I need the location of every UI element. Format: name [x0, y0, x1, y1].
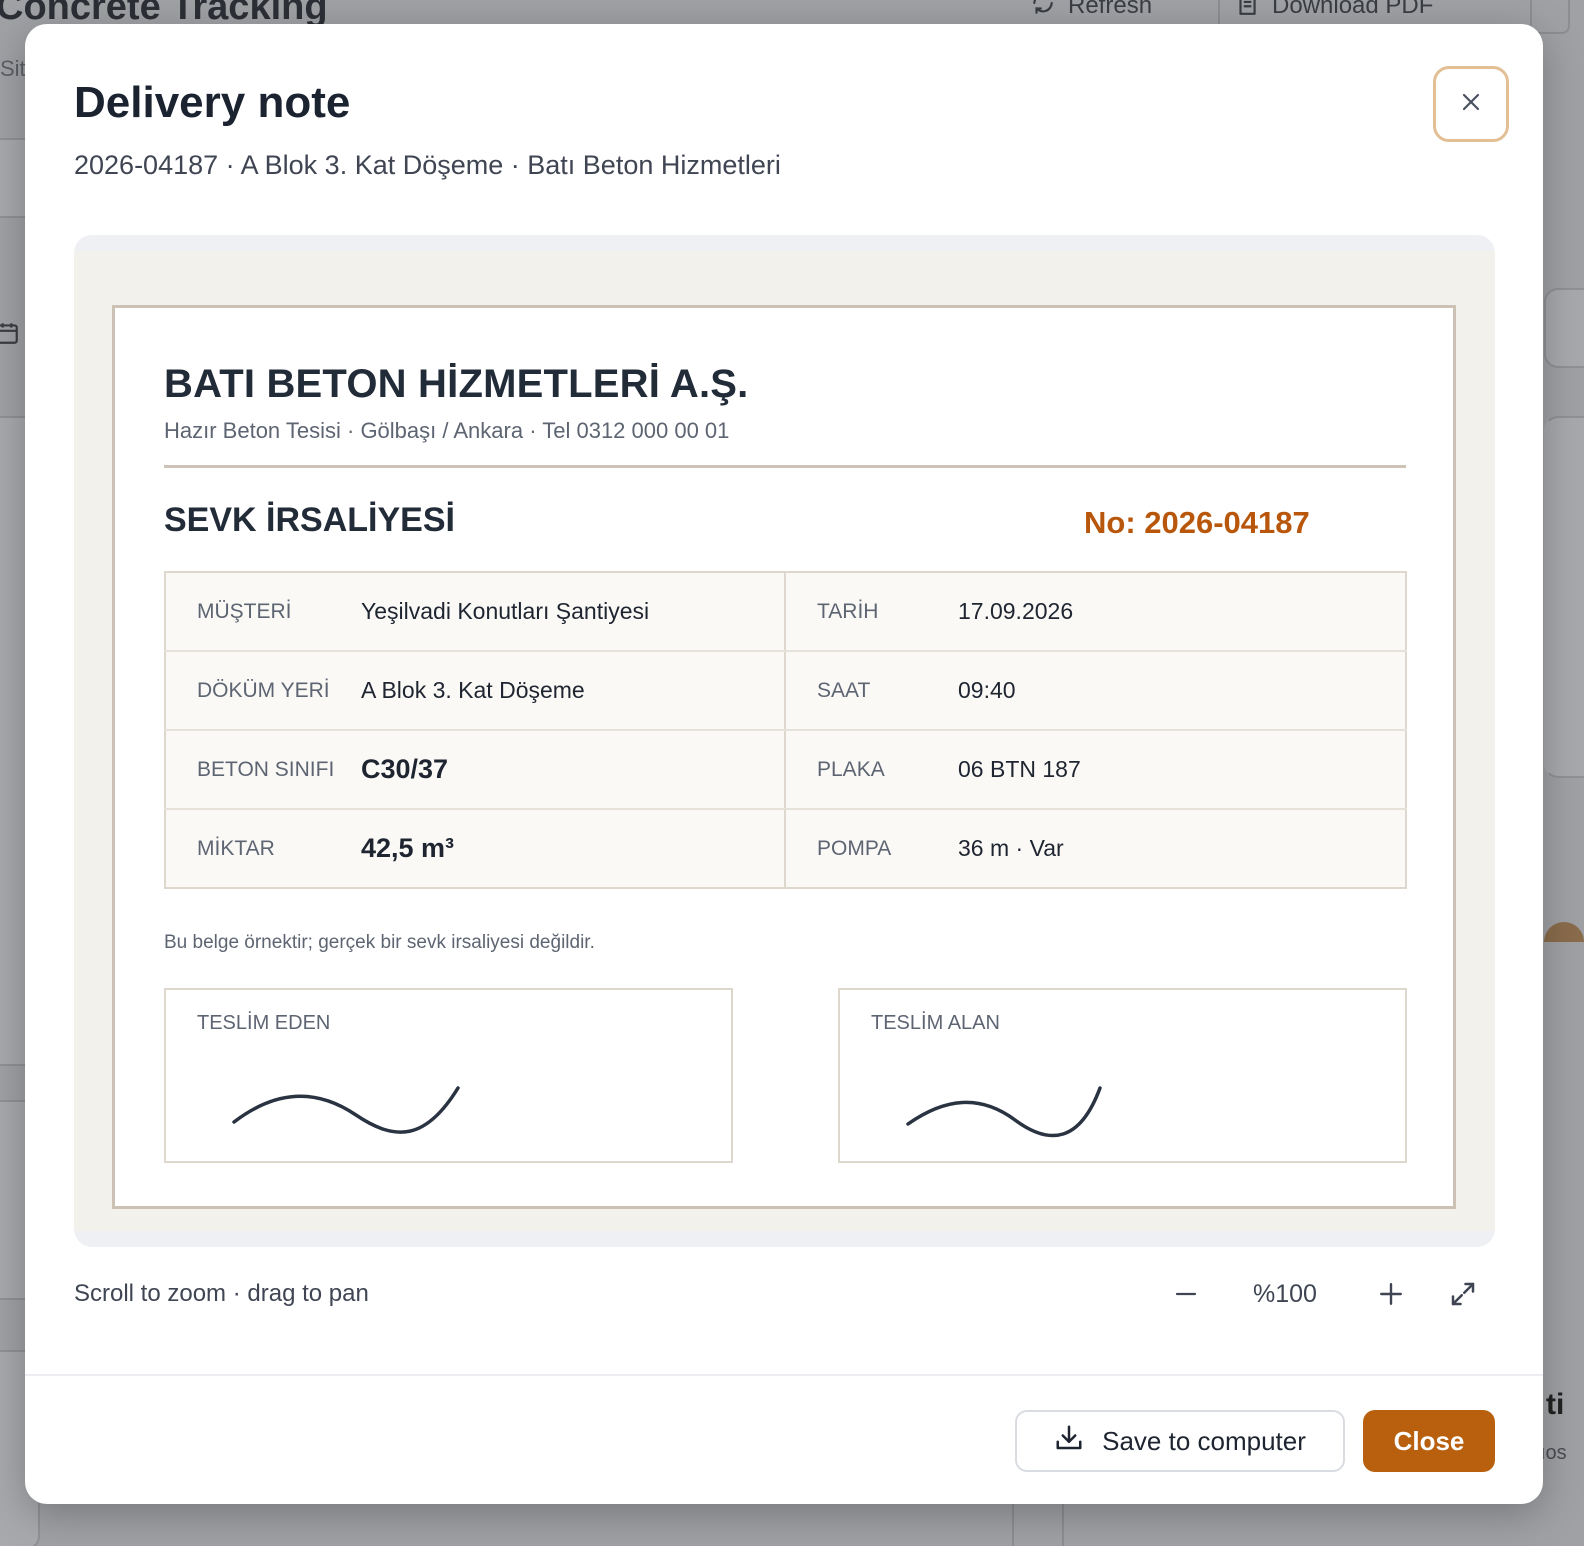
background-text-fragment: ti: [1546, 1388, 1565, 1421]
expand-icon: [1448, 1279, 1478, 1314]
company-info: Hazır Beton Tesisi · Gölbaşı / Ankara · …: [164, 418, 730, 443]
field-value: 06 BTN 187: [958, 730, 1406, 810]
document-number: No: 2026-04187: [1084, 505, 1310, 540]
viewer-hint: Scroll to zoom · drag to pan: [74, 1280, 369, 1307]
field-label: SAAT: [785, 651, 958, 731]
background-accent: [1544, 922, 1584, 942]
delivery-details-table: MÜŞTERİ Yeşilvadi Konutları Şantiyesi TA…: [164, 571, 1407, 889]
signature-label: TESLİM EDEN: [197, 1012, 331, 1034]
document-title: SEVK İRSALİYESİ: [164, 501, 455, 539]
footer-divider: [25, 1374, 1543, 1376]
refresh-label: Refresh: [1068, 0, 1153, 19]
background-field: [1544, 288, 1584, 368]
company-name: BATI BETON HİZMETLERİ A.Ş.: [164, 362, 749, 406]
app-subtitle-fragment: Sit: [0, 56, 26, 81]
minus-icon: [1174, 1282, 1198, 1311]
header-divider: [164, 465, 1406, 468]
field-label: TARİH: [785, 572, 958, 652]
field-value: A Blok 3. Kat Döşeme: [361, 651, 786, 731]
zoom-level: %100: [1253, 1280, 1317, 1308]
save-to-computer-button[interactable]: Save to computer: [1015, 1410, 1345, 1472]
viewer-canvas: BATI BETON HİZMETLERİ A.Ş. Hazır Beton T…: [74, 251, 1495, 1231]
download-pdf-label: Download PDF: [1272, 0, 1434, 19]
signature-box-deliverer: TESLİM EDEN: [164, 988, 733, 1163]
background-card: [1544, 416, 1584, 778]
calendar-icon: [0, 320, 20, 348]
delivery-note-sheet: BATI BETON HİZMETLERİ A.Ş. Hazır Beton T…: [112, 305, 1456, 1209]
document-viewer[interactable]: BATI BETON HİZMETLERİ A.Ş. Hazır Beton T…: [74, 235, 1495, 1247]
dialog-subtitle: 2026-04187 · A Blok 3. Kat Döşeme · Batı…: [74, 150, 781, 180]
field-value: Yeşilvadi Konutları Şantiyesi: [361, 572, 786, 652]
table-row: BETON SINIFI C30/37 PLAKA 06 BTN 187: [165, 730, 1406, 810]
sample-note: Bu belge örnektir; gerçek bir sevk irsal…: [164, 932, 595, 953]
field-label: MÜŞTERİ: [165, 572, 361, 652]
field-label: PLAKA: [785, 730, 958, 810]
signature-box-receiver: TESLİM ALAN: [838, 988, 1407, 1163]
signature-scribble: [906, 1086, 1102, 1138]
field-value: C30/37: [361, 730, 786, 810]
signature-scribble: [232, 1086, 460, 1134]
field-label: POMPA: [817, 836, 892, 860]
field-value: 09:40: [958, 651, 1406, 731]
plus-icon: [1378, 1281, 1404, 1312]
field-value: 42,5 m³: [361, 809, 786, 888]
zoom-out-button[interactable]: [1168, 1278, 1204, 1314]
field-label: MİKTAR: [197, 836, 275, 860]
background-text-fragment: ıos: [1540, 1442, 1567, 1464]
close-icon: [1459, 90, 1483, 119]
table-row: MİKTAR 42,5 m³ POMPA 36 m · Var: [165, 809, 1406, 888]
field-label: DÖKÜM YERİ: [165, 651, 361, 731]
fullscreen-button[interactable]: [1445, 1278, 1481, 1314]
refresh-button[interactable]: Refresh: [1016, 0, 1166, 26]
dialog-title: Delivery note: [74, 78, 351, 127]
background-edge-button: [1530, 0, 1570, 34]
delivery-note-dialog: Delivery note 2026-04187 · A Blok 3. Kat…: [25, 24, 1543, 1504]
close-button[interactable]: Close: [1363, 1410, 1495, 1472]
zoom-in-button[interactable]: [1373, 1278, 1409, 1314]
save-label: Save to computer: [1102, 1425, 1306, 1456]
refresh-icon: [1030, 0, 1056, 23]
table-row: DÖKÜM YERİ A Blok 3. Kat Döşeme SAAT 09:…: [165, 651, 1406, 731]
signature-label: TESLİM ALAN: [871, 1012, 1000, 1034]
dialog-close-button[interactable]: [1433, 66, 1509, 142]
field-label: BETON SINIFI: [165, 730, 361, 810]
download-pdf-button[interactable]: Download PDF: [1218, 0, 1447, 26]
background-bottom-divider: [1012, 1500, 1064, 1546]
table-row: MÜŞTERİ Yeşilvadi Konutları Şantiyesi TA…: [165, 572, 1406, 652]
field-value: 17.09.2026: [958, 572, 1406, 652]
field-value: 36 m · Var: [958, 835, 1064, 861]
download-icon: [1054, 1423, 1084, 1460]
document-icon: [1234, 0, 1260, 23]
